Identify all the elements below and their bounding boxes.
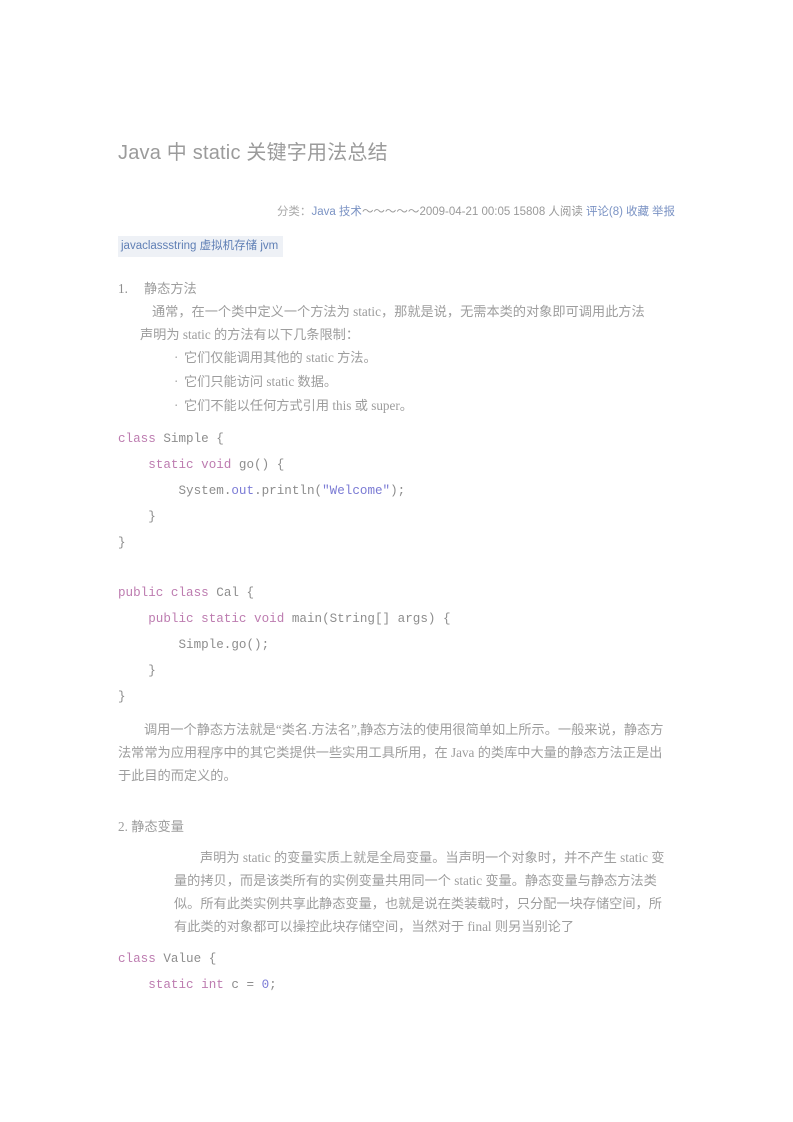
code-block-value: class Value { static int c = 0; xyxy=(118,946,675,998)
section2-paragraph-1: 声明为 static 的变量实质上就是全局变量。当声明一个对象时，并不产生 st… xyxy=(174,850,665,934)
code-text: } xyxy=(118,690,126,704)
code-text: Simple { xyxy=(155,432,224,446)
restriction-text-1: 它们仅能调用其他的 static 方法。 xyxy=(184,350,377,365)
category-label: 分类： xyxy=(276,206,312,218)
favorite-link[interactable]: 收藏 xyxy=(626,206,649,218)
restriction-item-1: · 它们仅能调用其他的 static 方法。 xyxy=(118,346,675,370)
meta-wave: ～～～～～ xyxy=(361,206,420,218)
code-block-cal: public class Cal { public static void ma… xyxy=(118,580,675,710)
bullet-dot-icon: · xyxy=(174,350,179,365)
tag-list: javaclassstring 虚拟机存储 jvm xyxy=(118,236,284,257)
code-text: ); xyxy=(390,484,406,498)
document-page: Java 中 static 关键字用法总结 分类：Java 技术～～～～～200… xyxy=(0,0,793,1122)
publish-date: 2009-04-21 00:05 xyxy=(419,206,511,218)
category-link[interactable]: Java 技术 xyxy=(311,206,362,218)
comments-link[interactable]: 评论(8) xyxy=(586,206,623,218)
tag-item-1[interactable]: javaclassstring xyxy=(121,240,196,252)
code-text: go() { xyxy=(231,458,285,472)
section2-heading: 2. 静态变量 xyxy=(118,819,184,834)
report-link[interactable]: 举报 xyxy=(652,206,675,218)
restriction-item-2: · 它们只能访问 static 数据。 xyxy=(118,370,675,394)
code-text: .println( xyxy=(254,484,323,498)
restriction-item-3: · 它们不能以任何方式引用 this 或 super。 xyxy=(118,394,675,418)
code-text: c = xyxy=(223,978,262,992)
code-text: Value { xyxy=(155,952,217,966)
bullet-dot-icon: · xyxy=(174,398,179,413)
code-keyword-static-int: static int xyxy=(148,978,224,992)
code-text: } xyxy=(118,536,126,550)
code-text: main(String[] args) { xyxy=(284,612,451,626)
tag-item-3[interactable]: jvm xyxy=(260,240,278,252)
article-meta: 分类：Java 技术～～～～～2009-04-21 00:05 15808 人阅读… xyxy=(118,204,675,220)
code-text: } xyxy=(118,510,156,524)
code-keyword-class: class xyxy=(118,432,156,446)
section1-heading-text: 静态方法 xyxy=(144,281,197,296)
restriction-text-2: 它们只能访问 static 数据。 xyxy=(184,374,338,389)
code-keyword-public-class: public class xyxy=(118,586,209,600)
code-text: Cal { xyxy=(208,586,255,600)
code-keyword-public-static-void: public static void xyxy=(148,612,285,626)
bullet-dot-icon: · xyxy=(174,374,179,389)
code-block-simple: class Simple { static void go() { System… xyxy=(118,426,675,556)
read-count: 15808 人阅读 xyxy=(513,206,583,218)
section1-number: 1. xyxy=(118,281,128,296)
article-body: Java 中 static 关键字用法总结 分类：Java 技术～～～～～200… xyxy=(118,140,675,998)
section1-paragraph-3: 调用一个静态方法就是“类名.方法名”,静态方法的使用很简单如上所示。一般来说，静… xyxy=(118,722,664,783)
code-text: } xyxy=(118,664,156,678)
code-keyword-static-void: static void xyxy=(148,458,232,472)
code-text: Simple.go(); xyxy=(118,638,270,652)
code-text: System. xyxy=(178,484,232,498)
section1-heading: 1. 静态方法 xyxy=(118,277,675,300)
section1-paragraph-2: 声明为 static 的方法有以下几条限制： xyxy=(140,327,360,342)
page-title: Java 中 static 关键字用法总结 xyxy=(118,142,388,164)
section1-paragraph-1: 通常，在一个类中定义一个方法为 static，那就是说，无需本类的对象即可调用此… xyxy=(152,304,645,319)
tag-item-2[interactable]: 虚拟机存储 xyxy=(200,240,258,252)
code-text: ; xyxy=(269,978,277,992)
restriction-text-3: 它们不能以任何方式引用 this 或 super。 xyxy=(184,398,413,413)
code-keyword-class: class xyxy=(118,952,156,966)
code-property-out: out xyxy=(231,484,255,498)
code-string-welcome: "Welcome" xyxy=(322,484,391,498)
